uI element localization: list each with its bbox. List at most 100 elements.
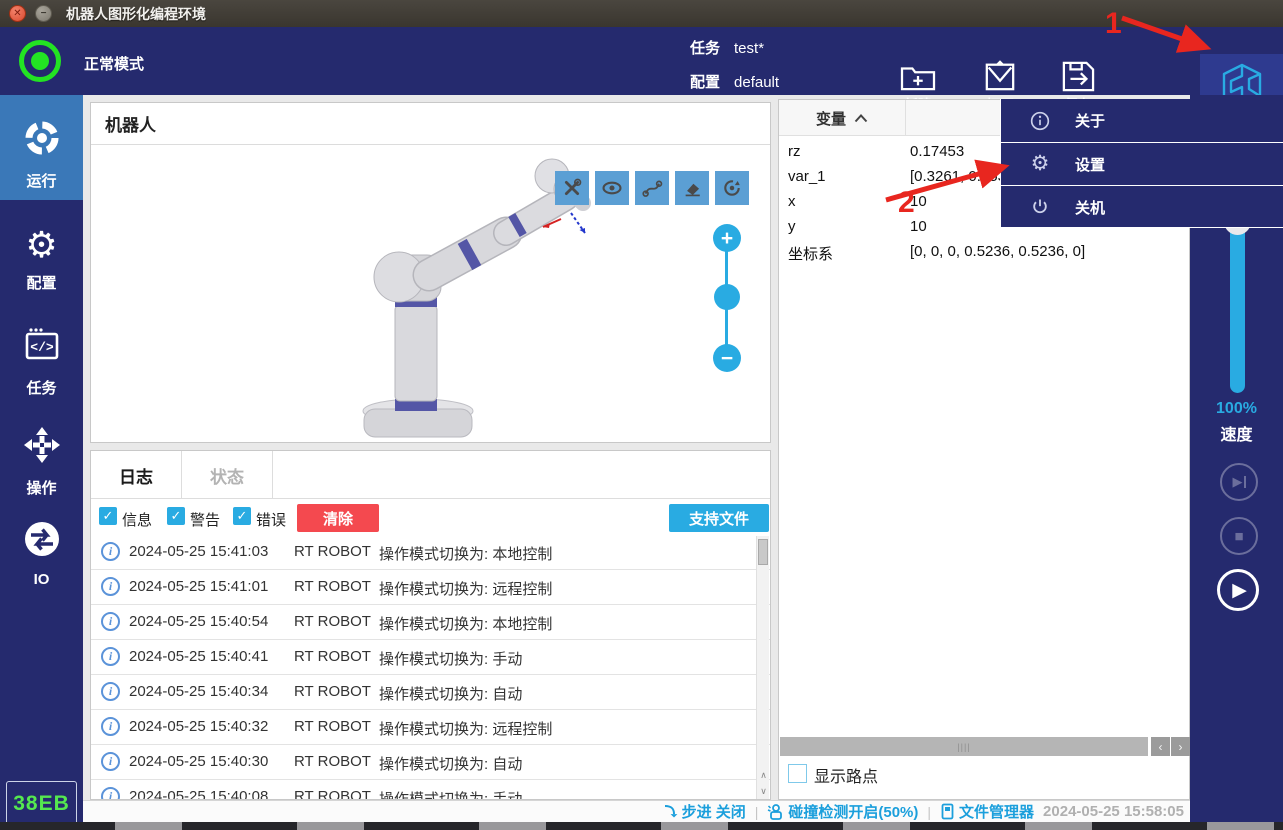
log-source: RT ROBOT [294,718,371,735]
log-message: 操作模式切换为: 自动 [379,753,522,774]
log-row[interactable]: i 2024-05-25 15:40:41 RT ROBOT 操作模式切换为: … [91,640,770,675]
gear-lines-icon: ⚙ [25,226,57,264]
menu-item-about[interactable]: 关于 [1001,99,1283,142]
log-row[interactable]: i 2024-05-25 15:40:08 RT ROBOT 操作模式切换为: … [91,780,770,799]
log-message: 操作模式切换为: 远程控制 [379,578,552,599]
new-folder-icon [899,60,937,92]
path-button[interactable] [635,171,669,205]
log-source: RT ROBOT [294,683,371,700]
log-message: 操作模式切换为: 手动 [379,788,522,799]
step-button[interactable]: ▶ [1220,463,1258,501]
status-time: 2024-05-25 15:58:05 [1043,803,1184,820]
log-row[interactable]: i 2024-05-25 15:40:32 RT ROBOT 操作模式切换为: … [91,710,770,745]
log-row[interactable]: i 2024-05-25 15:40:54 RT ROBOT 操作模式切换为: … [91,605,770,640]
info-icon: i [101,682,120,701]
info-icon: i [101,542,120,561]
file-manager-status[interactable]: 文件管理器 [940,801,1034,822]
variable-name: x [788,193,796,210]
log-row[interactable]: i 2024-05-25 15:41:01 RT ROBOT 操作模式切换为: … [91,570,770,605]
tab-log[interactable]: 日志 [91,451,182,499]
log-source: RT ROBOT [294,578,371,595]
variable-value: 0.17453 [910,143,964,160]
sidebar-item-task[interactable]: </> 任务 [0,300,83,400]
zoom-slider-knob[interactable] [714,284,740,310]
robot-view-panel: 机器人 [90,102,771,443]
erase-button[interactable] [675,171,709,205]
separator: | [927,804,931,820]
log-message: 操作模式切换为: 远程控制 [379,718,552,739]
scroll-up-icon[interactable]: ∧ [757,767,770,783]
sidebar-item-io[interactable]: IO [0,498,83,588]
log-scrollbar-thumb[interactable] [758,539,768,565]
log-time: 2024-05-25 15:41:01 [129,578,268,595]
minimize-icon[interactable]: − [35,5,52,22]
log-source: RT ROBOT [294,648,371,665]
log-row[interactable]: i 2024-05-25 15:40:30 RT ROBOT 操作模式切换为: … [91,745,770,780]
variable-value: 10 [910,218,927,235]
variable-value: 10 [910,193,927,210]
log-time: 2024-05-25 15:40:32 [129,718,268,735]
log-message: 操作模式切换为: 本地控制 [379,613,552,634]
log-row[interactable]: i 2024-05-25 15:41:03 RT ROBOT 操作模式切换为: … [91,535,770,570]
left-sidebar: 运行 ⚙ 配置 </> 任务 [0,95,83,830]
log-scrollbar[interactable]: ∧ ∨ [756,536,769,799]
show-waypoints-label: 显示路点 [814,763,878,787]
io-swap-icon [23,520,61,563]
play-button[interactable]: ▶ [1217,569,1259,611]
skip-icon: ▶ [1233,474,1246,490]
log-time: 2024-05-25 15:40:54 [129,613,268,630]
eraser-icon [680,176,704,200]
log-message: 操作模式切换为: 自动 [379,683,522,704]
variable-row[interactable]: 坐标系 [0, 0, 0, 0.5236, 0.5236, 0] [779,240,1189,265]
hscrollbar-track[interactable]: |||| [780,737,1148,756]
log-time: 2024-05-25 15:40:34 [129,683,268,700]
info-icon: i [101,647,120,666]
filter-info-checkbox[interactable]: ✓ [99,507,117,525]
menu-item-settings[interactable]: ⚙ 设置 [1001,142,1283,185]
info-icon: i [101,787,120,799]
step-mode-status[interactable]: 步进 关闭 [663,801,746,822]
stop-button[interactable]: ■ [1220,517,1258,555]
collision-detection-status[interactable]: 碰撞检测开启(50%) [767,801,918,822]
collision-robot-icon [767,803,784,820]
sidebar-item-run[interactable]: 运行 [0,95,83,200]
sidebar-item-config[interactable]: ⚙ 配置 [0,200,83,300]
variables-column-header[interactable]: 变量 [779,100,906,136]
safety-code-badge[interactable]: 38EB [6,781,77,826]
sidebar-label: 操作 [26,477,56,498]
support-file-button[interactable]: 支持文件 [669,504,769,532]
scroll-left-icon[interactable]: ‹ [1151,737,1170,756]
separator: | [755,804,759,820]
visibility-button[interactable] [595,171,629,205]
scroll-down-icon[interactable]: ∨ [757,783,770,799]
log-row[interactable]: i 2024-05-25 15:40:34 RT ROBOT 操作模式切换为: … [91,675,770,710]
info-icon: i [101,577,120,596]
info-icon [1029,111,1051,131]
reset-view-button[interactable] [715,171,749,205]
close-icon[interactable]: ✕ [9,5,26,22]
log-panel: 日志 状态 ✓ 信息 ✓ 警告 ✓ 错误 清除 支持文件 i 2024-05-2… [90,450,771,800]
power-icon [1029,197,1051,217]
variable-name: rz [788,143,801,160]
log-source: RT ROBOT [294,753,371,770]
zoom-out-icon[interactable]: − [713,344,741,372]
filter-error-checkbox[interactable]: ✓ [233,507,251,525]
sidebar-item-operate[interactable]: 操作 [0,400,83,498]
tools-button[interactable] [555,171,589,205]
log-time: 2024-05-25 15:41:03 [129,543,268,560]
menu-item-shutdown[interactable]: 关机 [1001,185,1283,228]
speed-slider-track[interactable] [1230,221,1245,393]
app-dropdown-menu: 关于 ⚙ 设置 关机 [1000,99,1283,228]
scroll-right-icon[interactable]: › [1171,737,1190,756]
collapse-chevron-icon [854,114,868,123]
zoom-in-icon[interactable]: + [713,224,741,252]
tab-status[interactable]: 状态 [182,451,273,499]
task-label: 任务 [690,40,720,57]
menu-item-label: 设置 [1075,154,1105,175]
show-waypoints-checkbox[interactable] [788,764,807,783]
play-icon: ▶ [1232,579,1247,602]
clear-log-button[interactable]: 清除 [297,504,379,532]
filter-warning-checkbox[interactable]: ✓ [167,507,185,525]
variables-header-label: 变量 [816,108,846,129]
log-time: 2024-05-25 15:40:30 [129,753,268,770]
